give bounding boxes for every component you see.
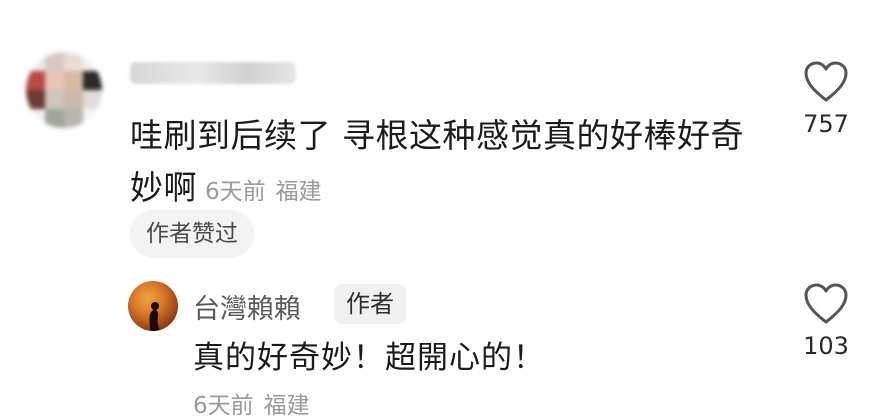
reply-username[interactable]: 台灣賴賴 [193,287,301,326]
comment-like-button[interactable]: 757 [786,60,866,138]
reply-text[interactable]: 真的好奇妙！超開心的！ [193,336,545,380]
reply-like-button[interactable]: 103 [786,282,866,360]
reply-time: 6天前 [193,393,254,419]
comment-body[interactable]: 哇刷到后续了 寻根这种感觉真的好棒好奇妙啊 6天前 福建 [130,110,750,218]
heart-outline-icon[interactable] [803,282,849,326]
comment-like-count: 757 [803,110,849,138]
reply-location: 福建 [263,393,310,419]
comment-meta: 6天前 福建 [205,179,322,205]
author-badge: 作者 [334,284,406,324]
commenter-username-blurred[interactable] [130,62,296,84]
comment-location: 福建 [275,179,322,205]
reply-meta: 6天前 福建 [193,386,310,420]
silhouette-graphic [149,302,160,331]
heart-outline-icon[interactable] [803,60,849,104]
commenter-avatar[interactable] [26,52,102,128]
comment-time: 6天前 [205,179,266,205]
author-liked-chip: 作者赞过 [130,210,254,258]
reply-avatar[interactable] [128,281,178,331]
reply-like-count: 103 [803,332,849,360]
